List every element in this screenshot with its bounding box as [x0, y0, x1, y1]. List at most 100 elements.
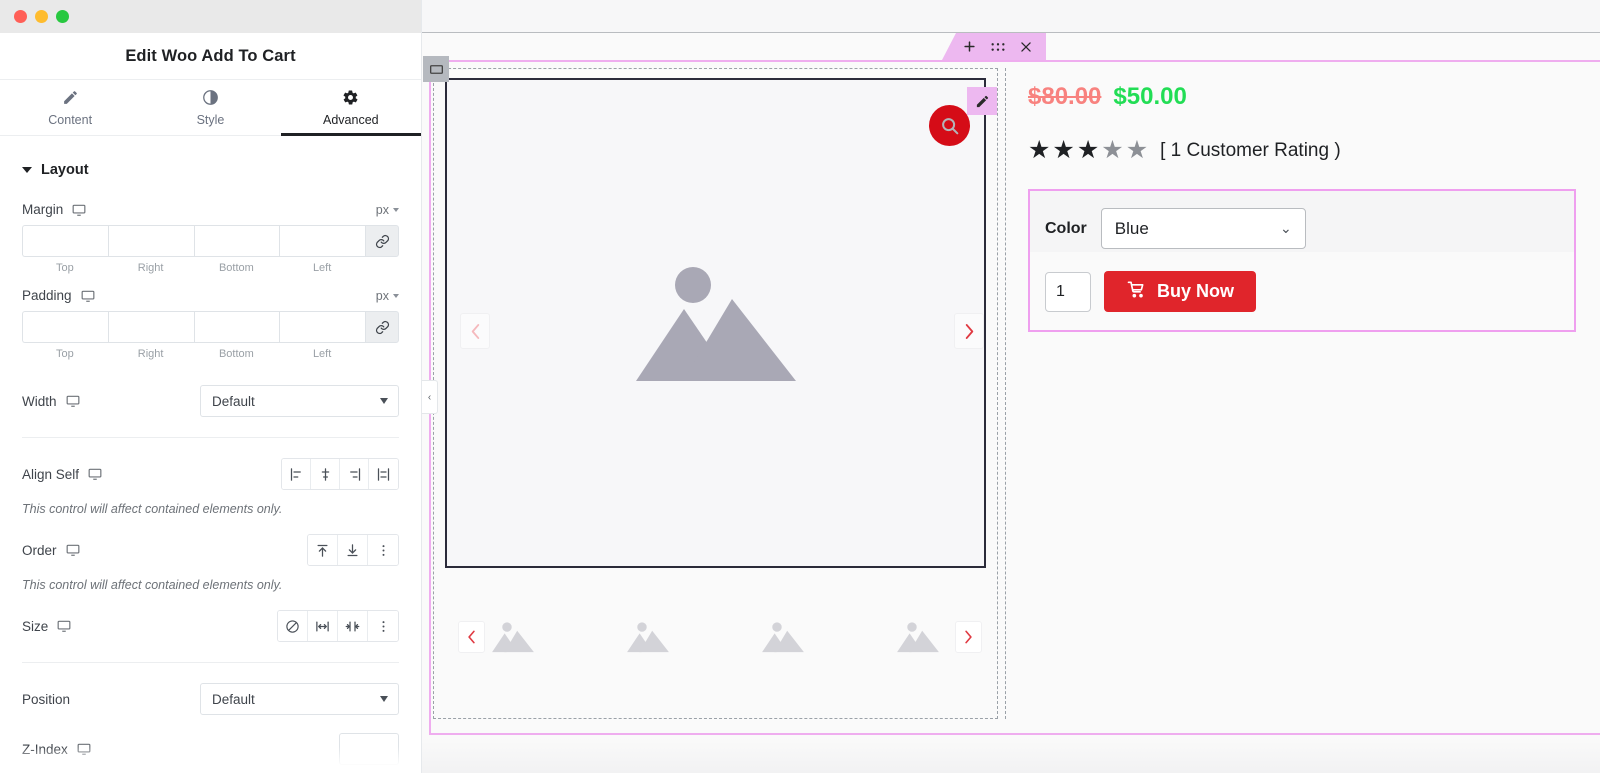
gallery-edit-button[interactable] — [967, 87, 997, 115]
panel-body: Layout Margin px Top Right Bottom Left P… — [0, 136, 421, 773]
margin-link-values-button[interactable] — [365, 225, 399, 257]
align-self-hint: This control will affect contained eleme… — [22, 502, 283, 516]
position-label-wrap: Position — [22, 692, 70, 707]
gallery-prev-button[interactable] — [460, 313, 490, 349]
margin-bottom-input[interactable] — [193, 225, 280, 257]
buy-now-button[interactable]: Buy Now — [1104, 271, 1257, 312]
margin-bottom-label: Bottom — [218, 262, 254, 274]
width-select[interactable]: Default — [200, 385, 399, 417]
padding-left-cell: Left — [279, 311, 365, 360]
order-end-icon[interactable] — [338, 535, 368, 565]
align-self-label: Align Self — [22, 466, 80, 482]
tab-advanced-label: Advanced — [323, 112, 379, 127]
gallery-thumbnails — [445, 602, 986, 672]
gallery-next-button[interactable] — [954, 313, 984, 349]
margin-left-label: Left — [312, 262, 332, 274]
align-center-icon[interactable] — [311, 459, 340, 489]
variation-row: Color Blue ⌄ — [1045, 208, 1559, 249]
desktop-icon[interactable] — [66, 394, 80, 408]
tab-advanced[interactable]: Advanced — [280, 80, 422, 136]
size-none-icon[interactable] — [278, 611, 308, 641]
margin-top-label: Top — [56, 262, 74, 274]
z-index-label: Z-Index — [22, 741, 68, 757]
position-select[interactable]: Default — [200, 683, 399, 715]
padding-link-values-button[interactable] — [365, 311, 399, 343]
order-label: Order — [22, 542, 57, 558]
image-placeholder-icon — [491, 622, 534, 653]
window-close-button[interactable] — [14, 10, 27, 23]
window-minimize-button[interactable] — [35, 10, 48, 23]
align-end-icon[interactable] — [340, 459, 369, 489]
margin-right-input[interactable] — [107, 225, 194, 257]
padding-left-input[interactable] — [279, 311, 365, 343]
order-label-wrap: Order — [22, 543, 80, 558]
variation-label: Color — [1045, 219, 1087, 237]
desktop-icon[interactable] — [88, 467, 102, 481]
rating-row: ★ ★ ★ ★ ★ [ 1 Customer Rating ) — [1028, 138, 1582, 163]
z-index-input[interactable] — [339, 733, 399, 765]
padding-top-input[interactable] — [22, 311, 108, 343]
order-more-icon[interactable] — [368, 535, 398, 565]
section-layout-header[interactable]: Layout — [22, 162, 399, 178]
close-icon[interactable] — [1019, 40, 1033, 54]
gallery-zoom-button[interactable] — [929, 105, 970, 146]
desktop-icon[interactable] — [66, 543, 80, 557]
element-toolbar — [942, 33, 1046, 60]
position-value: Default — [212, 691, 255, 707]
thumbnails-prev-button[interactable] — [458, 621, 485, 653]
color-variation-value: Blue — [1114, 218, 1149, 238]
list-item[interactable] — [488, 616, 538, 658]
size-more-icon[interactable] — [368, 611, 398, 641]
desktop-icon[interactable] — [57, 619, 71, 633]
margin-left-input[interactable] — [279, 225, 365, 257]
drag-dots-icon[interactable] — [990, 41, 1006, 53]
star-rating[interactable]: ★ ★ ★ ★ ★ — [1028, 138, 1148, 163]
margin-unit-select[interactable]: px — [376, 203, 399, 217]
desktop-icon[interactable] — [81, 289, 95, 303]
z-index-row: Z-Index — [22, 733, 399, 765]
order-hint: This control will affect contained eleme… — [22, 578, 283, 592]
window-maximize-button[interactable] — [56, 10, 69, 23]
star-icon: ★ — [1076, 136, 1100, 164]
add-to-cart-widget: Color Blue ⌄ 1 Buy Now — [1028, 189, 1576, 332]
margin-top-input[interactable] — [22, 225, 108, 257]
size-shrink-icon[interactable] — [338, 611, 368, 641]
desktop-icon[interactable] — [72, 203, 86, 217]
padding-bottom-label: Bottom — [218, 348, 254, 360]
gallery-main-image[interactable] — [445, 78, 986, 568]
list-item[interactable] — [623, 616, 673, 658]
desktop-icon[interactable] — [77, 742, 91, 756]
align-start-icon[interactable] — [282, 459, 311, 489]
margin-left-cell: Left — [279, 225, 365, 274]
list-item[interactable] — [893, 616, 943, 658]
padding-right-input[interactable] — [107, 311, 194, 343]
position-row: Position Default — [22, 683, 399, 715]
margin-unit-value: px — [375, 202, 389, 217]
size-grow-icon[interactable] — [308, 611, 338, 641]
section-layout-title: Layout — [41, 162, 89, 178]
padding-bottom-input[interactable] — [193, 311, 280, 343]
color-variation-select[interactable]: Blue ⌄ — [1100, 208, 1306, 249]
tab-content[interactable]: Content — [0, 80, 140, 135]
margin-row: Margin px — [22, 202, 399, 217]
padding-unit-select[interactable]: px — [376, 289, 399, 303]
add-element-button[interactable] — [962, 39, 977, 54]
buy-now-label: Buy Now — [1157, 281, 1235, 301]
tab-style[interactable]: Style — [140, 80, 280, 135]
tab-style-label: Style — [196, 112, 225, 127]
padding-row: Padding px — [22, 288, 399, 303]
image-placeholder-icon — [897, 622, 940, 653]
list-item[interactable] — [758, 616, 808, 658]
align-stretch-icon[interactable] — [369, 459, 398, 489]
column-handle-icon[interactable] — [423, 56, 449, 82]
padding-unit-value: px — [375, 288, 389, 303]
margin-bottom-cell: Bottom — [193, 225, 280, 274]
quantity-stepper[interactable] — [1045, 271, 1091, 312]
margin-label: Margin — [22, 202, 64, 217]
padding-inputs: Top Right Bottom Left — [22, 311, 399, 360]
thumbnails-next-button[interactable] — [955, 621, 982, 653]
editor-panel: Edit Woo Add To Cart Content Style Advan… — [0, 0, 422, 773]
order-start-icon[interactable] — [308, 535, 338, 565]
panel-collapse-button[interactable]: ‹ — [422, 380, 438, 414]
product-gallery-column[interactable] — [423, 56, 998, 719]
